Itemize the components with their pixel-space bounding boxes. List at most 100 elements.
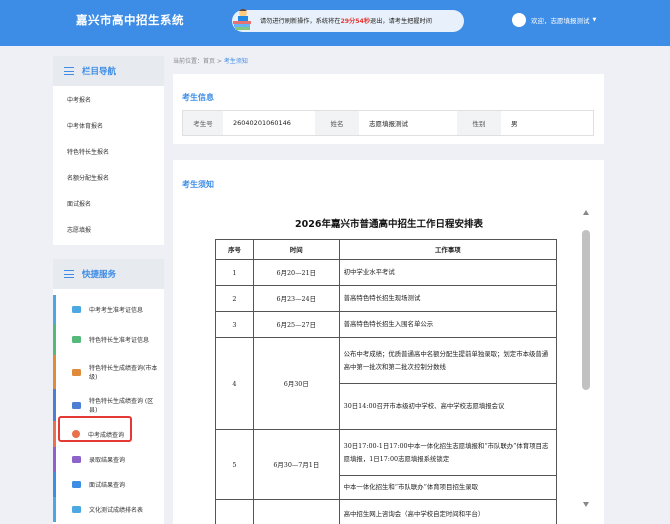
quick-item-label: 特色特长生准考证信息 [89, 337, 150, 344]
document-title: 2026年嘉兴市普通高中招生工作日程安排表 [295, 219, 483, 230]
nav-item-label: 特色特长生报名 [67, 148, 110, 156]
row-item: 公布中考成绩；优质普通高中名额分配生提前单独录取；划定市本级普通高中第一批次和第… [338, 337, 558, 384]
notice-prefix: 请勿进行刷新操作，系统将在 [260, 18, 341, 25]
notice-text: 请勿进行刷新操作，系统将在29分54秒退出，请考生把握时间 [260, 16, 432, 25]
nav-item-application[interactable]: 志愿填报 [53, 216, 164, 242]
nav-item-label: 中考报名 [67, 96, 92, 104]
quick-item-admission-result[interactable]: 录取结果查询 [53, 447, 164, 472]
chevron-down-icon: ▼ [592, 17, 597, 23]
quick-item-specialty-score-city[interactable]: 特色特长生成绩查询(市本级) [53, 355, 164, 389]
user-name: 欢迎，志愿填报测试 [531, 17, 590, 25]
column-header: 序号 [215, 239, 254, 260]
countdown-timer: 29分54秒 [340, 18, 371, 25]
row-number: 5 [215, 429, 254, 500]
row-number: 2 [215, 285, 254, 312]
nav-header: 栏目导航 [53, 56, 164, 86]
quick-item-label: 中考考生准考证信息 [89, 307, 144, 314]
menu-list-icon [64, 270, 74, 278]
nav-item-exam-registration[interactable]: 中考报名 [53, 86, 164, 112]
nav-item-label: 中考体育报名 [67, 122, 104, 130]
row-time: 6月30日 [252, 337, 340, 430]
row-time [252, 499, 340, 524]
app-title: 嘉兴市高中招生系统 [76, 13, 184, 27]
nav-item-label: 面试报名 [67, 200, 92, 208]
quick-item-interview-result[interactable]: 面试结果查询 [53, 472, 164, 497]
quick-header: 快捷服务 [53, 259, 164, 289]
row-time: 6月25—27日 [252, 311, 340, 338]
row-item: 初中学业水平考试 [338, 259, 558, 286]
row-item: 中本一体化招生和“市队联办”体育项目招生录取 [338, 475, 558, 500]
quick-title: 快捷服务 [82, 270, 117, 280]
table-header-row: 序号 时间 工作事项 [215, 239, 558, 260]
highlight-annotation [58, 416, 132, 442]
session-notice: 请勿进行刷新操作，系统将在29分54秒退出，请考生把握时间 [232, 9, 464, 32]
quick-services: 快捷服务 中考考生准考证信息 特色特长生准考证信息 特色特长生成绩查询(市本级)… [53, 259, 164, 524]
column-header: 工作事项 [338, 239, 558, 260]
table-row: 5 6月30—7月1日 30日17:00-1日17:00中本一体化招生志愿填报和… [215, 429, 558, 500]
notice-title: 考生须知 [182, 180, 214, 189]
quick-item-label: 特色特长生成绩查询 (区县) [89, 398, 154, 414]
document-icon [72, 368, 81, 376]
avatar [512, 13, 526, 27]
card-icon [72, 506, 81, 513]
breadcrumb: 当前位置：首页 > 考生须知 [173, 56, 248, 65]
nav-item-quota-registration[interactable]: 名额分配生报名 [53, 164, 164, 190]
schedule-table: 序号 时间 工作事项 1 6月20—21日 初中学业水平考试 2 6月23—24… [215, 239, 558, 524]
table-row: 2 6月23—24日 普高特色特长招生现场测试 [215, 285, 558, 312]
quick-item-admission-ticket[interactable]: 中考考生准考证信息 [53, 295, 164, 324]
quick-item-label: 文化测试成绩排名表 [89, 507, 144, 514]
table-row: 1 6月20—21日 初中学业水平考试 [215, 259, 558, 286]
student-id-label: 考生号 [183, 111, 223, 135]
student-info-title: 考生信息 [182, 93, 214, 102]
quick-item-label: 面试结果查询 [89, 482, 126, 489]
top-header: 嘉兴市高中招生系统 请勿进行刷新操作，系统将在29分54秒退出，请考生把握时间 … [0, 0, 670, 46]
name-value: 志愿填报测试 [369, 120, 408, 128]
row-item: 30日17:00-1日17:00中本一体化招生志愿填报和“市队联办”体育项目志愿… [338, 429, 558, 476]
nav-title: 栏目导航 [82, 67, 117, 77]
name-label: 姓名 [315, 111, 359, 135]
card-icon [72, 306, 81, 313]
user-menu[interactable]: 欢迎，志愿填报测试 ▼ [512, 13, 596, 27]
nav-item-label: 名额分配生报名 [67, 174, 110, 182]
quick-item-ranking-table[interactable]: 文化测试成绩排名表 [53, 497, 164, 522]
row-number: 1 [215, 259, 254, 286]
notice-document: 2026年嘉兴市普通高中招生工作日程安排表 序号 时间 工作事项 1 6月20—… [214, 216, 564, 524]
scroll-up-arrow-icon[interactable] [583, 210, 589, 215]
row-time: 6月23—24日 [252, 285, 340, 312]
document-scrollbar[interactable] [581, 210, 592, 510]
row-time: 6月20—21日 [252, 259, 340, 286]
reading-person-icon [233, 9, 251, 30]
row-number [215, 499, 254, 524]
table-row: 3 6月25—27日 普高特色特长招生入围名单公示 [215, 311, 558, 338]
row-time: 6月30—7月1日 [252, 429, 340, 500]
row-item: 普高特色特长招生入围名单公示 [338, 311, 558, 338]
row-item: 高中招生网上咨询会（高中学校自定时间和平台） [338, 499, 558, 524]
notice-card: 考生须知 2026年嘉兴市普通高中招生工作日程安排表 序号 时间 工作事项 1 … [173, 160, 604, 524]
card-icon [72, 336, 81, 343]
student-info-card: 考生信息 考生号 26040201060146 姓名 志愿填报测试 性别 男 [173, 74, 604, 144]
row-number: 4 [215, 337, 254, 430]
column-header: 时间 [252, 239, 340, 260]
row-number: 3 [215, 311, 254, 338]
scrollbar-thumb[interactable] [582, 230, 590, 390]
table-row: 高中招生网上咨询会（高中学校自定时间和平台） [215, 499, 558, 524]
nav-item-interview-registration[interactable]: 面试报名 [53, 190, 164, 216]
row-item: 普高特色特长招生现场测试 [338, 285, 558, 312]
quick-item-label: 特色特长生成绩查询(市本级) [89, 365, 158, 381]
document-icon [72, 401, 81, 409]
nav-item-specialty-registration[interactable]: 特色特长生报名 [53, 138, 164, 164]
gender-value: 男 [511, 120, 518, 128]
quick-item-specialty-ticket[interactable]: 特色特长生准考证信息 [53, 324, 164, 355]
row-item: 30日14:00召开市本级初中学校、高中学校志愿填报会议 [338, 383, 558, 430]
notice-suffix: 退出，请考生把握时间 [370, 18, 432, 25]
column-navigation: 栏目导航 中考报名 中考体育报名 特色特长生报名 名额分配生报名 面试报名 志愿… [53, 56, 164, 245]
quick-item-label: 录取结果查询 [89, 457, 126, 464]
scroll-down-arrow-icon[interactable] [583, 502, 589, 507]
breadcrumb-current: 考生须知 [223, 58, 248, 65]
nav-item-label: 志愿填报 [67, 226, 92, 234]
menu-list-icon [64, 67, 74, 75]
student-info-row: 考生号 26040201060146 姓名 志愿填报测试 性别 男 [182, 110, 594, 136]
student-id-value: 26040201060146 [233, 119, 291, 127]
card-icon [72, 481, 81, 488]
nav-item-pe-registration[interactable]: 中考体育报名 [53, 112, 164, 138]
